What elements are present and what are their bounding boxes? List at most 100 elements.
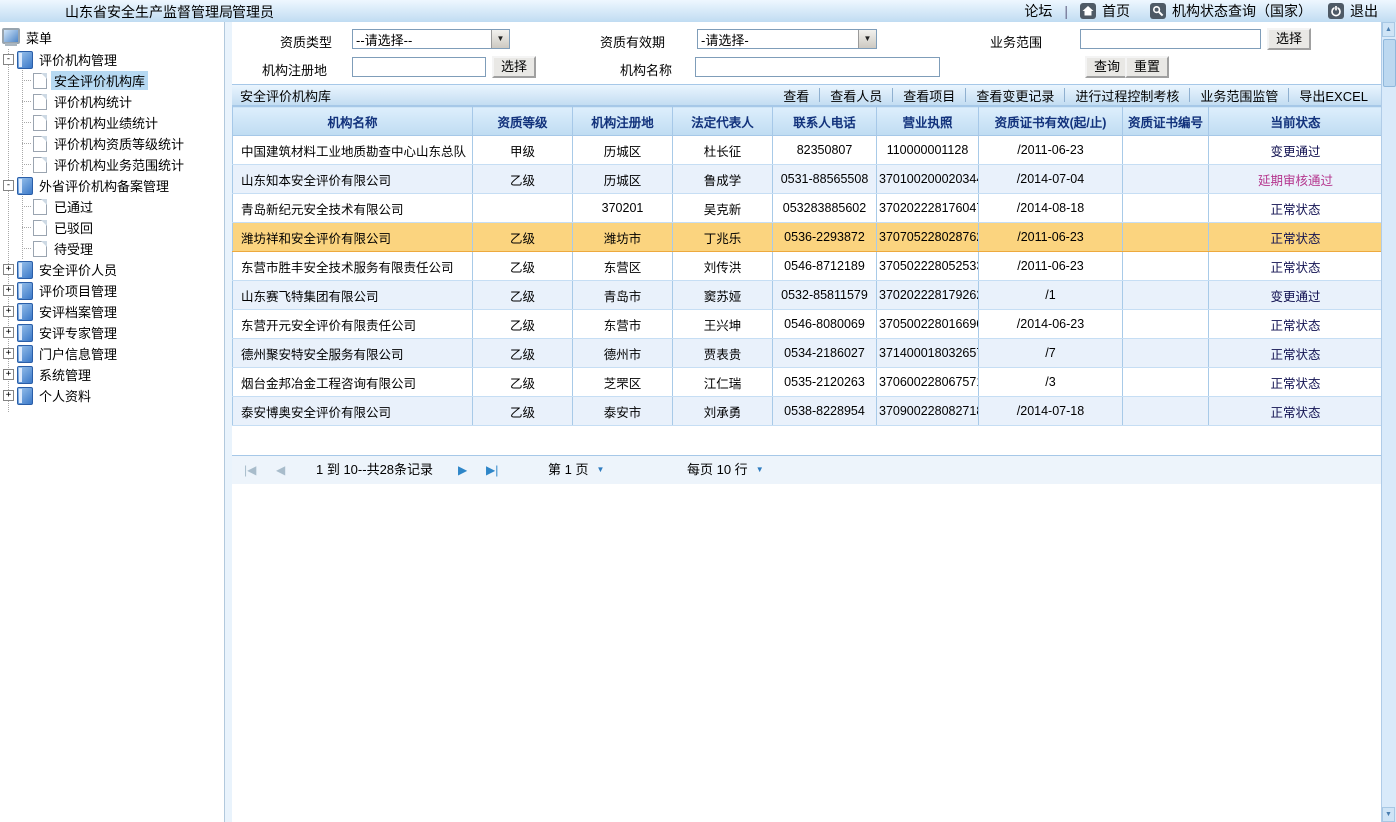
registration-place-select-button[interactable]: 选择 bbox=[492, 56, 536, 78]
toolbar-button[interactable]: 查看 bbox=[773, 86, 819, 105]
expand-toggle-icon[interactable]: + bbox=[3, 390, 14, 401]
table-row[interactable]: 潍坊祥和安全评价有限公司乙级潍坊市丁兆乐0536-229387237070522… bbox=[233, 223, 1383, 252]
expand-toggle-icon[interactable]: + bbox=[3, 327, 14, 338]
table-row[interactable]: 山东知本安全评价有限公司乙级历城区鲁成学0531-885655083701002… bbox=[233, 165, 1383, 194]
column-header[interactable]: 机构注册地 bbox=[573, 107, 673, 136]
folder-icon bbox=[17, 324, 33, 342]
expand-toggle-icon[interactable]: + bbox=[3, 285, 14, 296]
reset-button[interactable]: 重置 bbox=[1125, 56, 1169, 78]
table-row[interactable]: 山东赛飞特集团有限公司乙级青岛市窦苏娅0532-8581157937020222… bbox=[233, 281, 1383, 310]
tree-branch-label[interactable]: 安评专家管理 bbox=[37, 323, 119, 342]
tree-leaf-label[interactable]: 评价机构业绩统计 bbox=[51, 113, 161, 132]
home-link[interactable]: 首页 bbox=[1102, 1, 1130, 21]
tree-leaf-label[interactable]: 待受理 bbox=[51, 239, 96, 258]
column-header[interactable]: 当前状态 bbox=[1209, 107, 1383, 136]
business-scope-label: 业务范围 bbox=[990, 32, 1042, 51]
computer-icon bbox=[1, 28, 23, 46]
next-page-icon[interactable]: ▶ bbox=[458, 456, 467, 484]
toolbar-button[interactable]: 进行过程控制考核 bbox=[1065, 86, 1189, 105]
table-row[interactable]: 东营市胜丰安全技术服务有限责任公司乙级东营区刘传洪0546-8712189370… bbox=[233, 252, 1383, 281]
tree-leaf-label[interactable]: 已驳回 bbox=[51, 218, 96, 237]
column-header[interactable]: 资质等级 bbox=[473, 107, 573, 136]
column-header[interactable]: 法定代表人 bbox=[673, 107, 773, 136]
validity-select[interactable]: -请选择- ▼ bbox=[697, 29, 877, 49]
expand-toggle-icon[interactable]: + bbox=[3, 264, 14, 275]
tree-leaf-label[interactable]: 评价机构业务范围统计 bbox=[51, 155, 187, 174]
vertical-scrollbar[interactable]: ▲ ▼ bbox=[1381, 22, 1396, 822]
tree-leaf[interactable]: 评价机构业务范围统计 bbox=[22, 154, 224, 175]
prev-page-icon[interactable]: ◀ bbox=[276, 456, 285, 484]
table-row[interactable]: 东营开元安全评价有限责任公司乙级东营市王兴坤0546-8080069370500… bbox=[233, 310, 1383, 339]
tree-leaf-label[interactable]: 安全评价机构库 bbox=[51, 71, 148, 90]
tree-leaf[interactable]: 评价机构资质等级统计 bbox=[22, 133, 224, 154]
column-header[interactable]: 营业执照 bbox=[877, 107, 979, 136]
tree-branch-label[interactable]: 外省评价机构备案管理 bbox=[37, 176, 171, 195]
org-name-input[interactable] bbox=[695, 57, 940, 77]
tree-branch-label[interactable]: 评价机构管理 bbox=[37, 50, 119, 69]
column-header[interactable]: 联系人电话 bbox=[773, 107, 877, 136]
tree-leaf[interactable]: 待受理 bbox=[22, 238, 224, 259]
tree-leaf-label[interactable]: 评价机构统计 bbox=[51, 92, 135, 111]
tree-branch-label[interactable]: 安评档案管理 bbox=[37, 302, 119, 321]
tree-branch-label[interactable]: 安全评价人员 bbox=[37, 260, 119, 279]
column-header[interactable]: 机构名称 bbox=[233, 107, 473, 136]
cell-valid: /2014-07-04 bbox=[979, 165, 1123, 194]
tree-branch-label[interactable]: 门户信息管理 bbox=[37, 344, 119, 363]
tree-leaf[interactable]: 评价机构业绩统计 bbox=[22, 112, 224, 133]
first-page-icon[interactable]: |◀ bbox=[244, 456, 256, 484]
registration-place-input[interactable] bbox=[352, 57, 486, 77]
toolbar-button[interactable]: 查看变更记录 bbox=[966, 86, 1064, 105]
chevron-down-icon[interactable]: ▼ bbox=[858, 30, 876, 48]
query-button[interactable]: 查询 bbox=[1085, 56, 1129, 78]
tree-leaf-label[interactable]: 已通过 bbox=[51, 197, 96, 216]
table-row[interactable]: 中国建筑材料工业地质勘查中心山东总队甲级历城区杜长征82350807110000… bbox=[233, 136, 1383, 165]
toolbar-button[interactable]: 导出EXCEL bbox=[1289, 86, 1378, 105]
expand-toggle-icon[interactable]: + bbox=[3, 369, 14, 380]
org-status-query-icon[interactable] bbox=[1150, 3, 1166, 19]
toolbar-button[interactable]: 查看人员 bbox=[820, 86, 892, 105]
tree-leaf[interactable]: 评价机构统计 bbox=[22, 91, 224, 112]
expand-toggle-icon[interactable]: - bbox=[3, 54, 14, 65]
business-scope-select-button[interactable]: 选择 bbox=[1267, 28, 1311, 50]
folder-icon bbox=[17, 387, 33, 405]
tree-leaf-label[interactable]: 评价机构资质等级统计 bbox=[51, 134, 187, 153]
toolbar-button[interactable]: 查看项目 bbox=[893, 86, 965, 105]
toolbar-button[interactable]: 业务范围监管 bbox=[1190, 86, 1288, 105]
table-row[interactable]: 烟台金邦冶金工程咨询有限公司乙级芝罘区江仁瑞0535-2120263370600… bbox=[233, 368, 1383, 397]
table-row[interactable]: 德州聚安特安全服务有限公司乙级德州市贾表贵0534-21860273714000… bbox=[233, 339, 1383, 368]
expand-toggle-icon[interactable]: + bbox=[3, 348, 14, 359]
tree-branch-label[interactable]: 评价项目管理 bbox=[37, 281, 119, 300]
cell-legal: 杜长征 bbox=[673, 136, 773, 165]
table-row[interactable]: 青岛新纪元安全技术有限公司370201吴克新053283885602370202… bbox=[233, 194, 1383, 223]
business-scope-input[interactable] bbox=[1080, 29, 1261, 49]
cell-cert bbox=[1123, 397, 1209, 426]
tree-leaf[interactable]: 已通过 bbox=[22, 196, 224, 217]
column-header[interactable]: 资质证书编号 bbox=[1123, 107, 1209, 136]
logout-link[interactable]: 退出 bbox=[1350, 1, 1378, 21]
cell-legal: 刘承勇 bbox=[673, 397, 773, 426]
expand-toggle-icon[interactable]: - bbox=[3, 180, 14, 191]
folder-icon bbox=[17, 261, 33, 279]
scroll-down-icon[interactable]: ▼ bbox=[1382, 807, 1395, 822]
scroll-up-icon[interactable]: ▲ bbox=[1382, 22, 1395, 37]
column-header[interactable]: 资质证书有效(起/止) bbox=[979, 107, 1123, 136]
chevron-down-icon[interactable]: ▼ bbox=[491, 30, 509, 48]
tree-branch-label[interactable]: 系统管理 bbox=[37, 365, 93, 384]
tree-leaf[interactable]: 已驳回 bbox=[22, 217, 224, 238]
home-icon[interactable] bbox=[1080, 3, 1096, 19]
last-page-icon[interactable]: ▶| bbox=[486, 456, 498, 484]
scrollbar-thumb[interactable] bbox=[1383, 39, 1396, 87]
logout-icon[interactable] bbox=[1328, 3, 1344, 19]
org-status-query-link[interactable]: 机构状态查询（国家） bbox=[1172, 1, 1312, 21]
cell-name: 山东赛飞特集团有限公司 bbox=[233, 281, 473, 310]
page-size-select[interactable]: 每页 10 行▼ bbox=[687, 456, 764, 484]
cell-grade: 乙级 bbox=[473, 339, 573, 368]
qualification-type-select[interactable]: --请选择-- ▼ bbox=[352, 29, 510, 49]
page-select[interactable]: 第 1 页▼ bbox=[548, 456, 604, 484]
tree-leaf[interactable]: 安全评价机构库 bbox=[22, 70, 224, 91]
cell-legal: 贾表贵 bbox=[673, 339, 773, 368]
forum-link[interactable]: 论坛 bbox=[1024, 1, 1052, 21]
table-row[interactable]: 泰安博奥安全评价有限公司乙级泰安市刘承勇0538-822895437090022… bbox=[233, 397, 1383, 426]
tree-branch-label[interactable]: 个人资料 bbox=[37, 386, 93, 405]
expand-toggle-icon[interactable]: + bbox=[3, 306, 14, 317]
